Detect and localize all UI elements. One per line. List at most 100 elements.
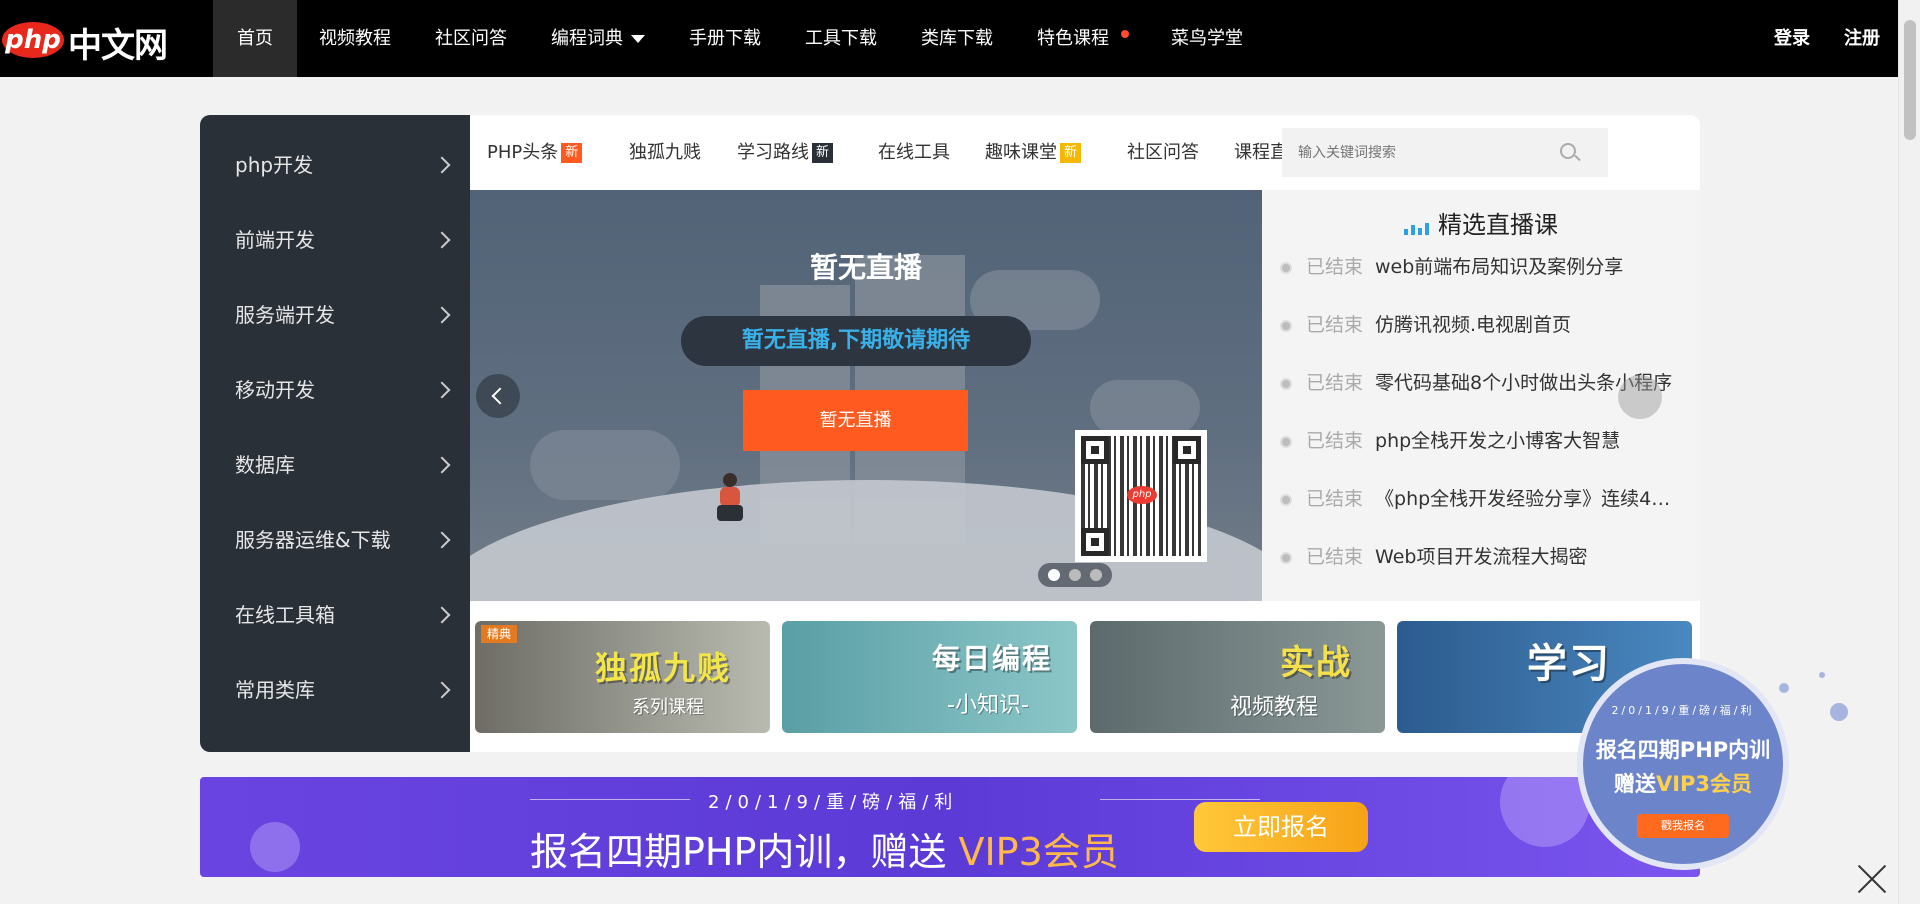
qr-finder	[1081, 436, 1109, 464]
live-list-item[interactable]: 已结束 php全栈开发之小博客大智慧	[1280, 412, 1700, 470]
bullet-icon	[1280, 435, 1292, 448]
live-status: 已结束	[1306, 372, 1364, 394]
divider-line	[1100, 799, 1260, 800]
nav-featured-courses[interactable]: 特色课程	[1015, 0, 1149, 77]
qr-finder	[1081, 528, 1109, 556]
carousel-dot[interactable]	[1090, 569, 1102, 581]
sidebar-item-label: 数据库	[235, 453, 295, 477]
live-list-item[interactable]: 已结束 仿腾讯视频.电视剧首页	[1280, 296, 1700, 354]
live-heading-text: 精选直播课	[1438, 211, 1558, 239]
sidebar-item-backend[interactable]: 服务端开发	[200, 278, 470, 353]
live-next-button[interactable]	[1618, 375, 1662, 419]
nav-home[interactable]: 首页	[213, 0, 297, 77]
nav-beginner-school[interactable]: 菜鸟学堂	[1149, 0, 1265, 77]
qr-php-badge: php	[1127, 486, 1157, 504]
sidebar-item-libraries[interactable]: 常用类库	[200, 653, 470, 728]
float-register-button[interactable]: 戳我报名	[1637, 814, 1729, 838]
subnav-learning-path[interactable]: 学习路线新	[737, 115, 834, 190]
subnav-community-qa[interactable]: 社区问答	[1127, 115, 1199, 190]
decor-dot	[1819, 672, 1825, 678]
chevron-right-icon	[433, 381, 451, 399]
live-banner: 暂无直播 暂无直播,下期敬请期待 暂无直播 php	[470, 190, 1262, 601]
banner-notice-pill: 暂无直播,下期敬请期待	[681, 316, 1031, 366]
category-sidebar: php开发 前端开发 服务端开发 移动开发 数据库 服务器运维&下载 在线工具箱…	[200, 115, 470, 752]
search-input[interactable]	[1282, 128, 1608, 177]
live-status: 已结束	[1306, 488, 1364, 510]
nav-tool-download[interactable]: 工具下载	[783, 0, 899, 77]
sidebar-item-label: 常用类库	[235, 678, 315, 702]
tile-subtitle: -小知识-	[947, 693, 1029, 718]
decor-dot	[1779, 683, 1789, 693]
cloud-decoration	[530, 430, 680, 500]
float-subtitle: 2/0/1/9/重/磅/福/利	[1611, 704, 1755, 717]
bullet-icon	[1280, 551, 1292, 564]
chevron-right-icon	[433, 306, 451, 324]
logo-php-pill: php	[2, 22, 64, 58]
sidebar-item-frontend[interactable]: 前端开发	[200, 203, 470, 278]
subnav-fun-classroom[interactable]: 趣味课堂新	[985, 115, 1082, 190]
live-title: php全栈开发之小博客大智慧	[1375, 430, 1621, 452]
live-list-item[interactable]: 已结束 Web项目开发流程大揭密	[1280, 528, 1700, 586]
nav-manual-download[interactable]: 手册下载	[667, 0, 783, 77]
classic-badge: 精典	[481, 625, 518, 643]
tile-title: 实战	[1280, 643, 1352, 683]
register-now-button[interactable]: 立即报名	[1194, 802, 1368, 852]
floating-promo[interactable]: 2/0/1/9/重/磅/福/利 报名四期PHP内训 赠送VIP3会员 戳我报名	[1577, 658, 1789, 870]
main-nav: 首页 视频教程 社区问答 编程词典 手册下载 工具下载 类库下载 特色课程 菜鸟…	[213, 0, 1265, 77]
sidebar-item-label: 服务端开发	[235, 303, 335, 327]
course-tile-daily-coding[interactable]: 每日编程 -小知识-	[782, 621, 1077, 733]
course-tile-practice[interactable]: 实战 视频教程	[1090, 621, 1385, 733]
live-title: 《php全栈开发经验分享》连续4…	[1375, 488, 1671, 510]
tile-title: 独孤九贱	[595, 649, 732, 687]
new-badge: 新	[561, 143, 583, 163]
scrollbar-thumb[interactable]	[1904, 20, 1916, 140]
float-vip-text: VIP3会员	[1655, 772, 1753, 796]
tile-subtitle: 系列课程	[632, 697, 704, 718]
main-card: php开发 前端开发 服务端开发 移动开发 数据库 服务器运维&下载 在线工具箱…	[200, 115, 1700, 752]
sidebar-item-online-tools[interactable]: 在线工具箱	[200, 578, 470, 653]
page-scrollbar[interactable]	[1898, 0, 1920, 904]
sidebar-item-database[interactable]: 数据库	[200, 428, 470, 503]
nav-video-tutorials[interactable]: 视频教程	[297, 0, 413, 77]
login-link[interactable]: 登录	[1774, 0, 1810, 77]
signal-bars-icon	[1404, 215, 1430, 235]
course-tile-dugu[interactable]: 精典 独孤九贱 系列课程	[475, 621, 770, 733]
subnav-php-headlines[interactable]: PHP头条新	[487, 115, 583, 190]
carousel-prev-button[interactable]	[476, 374, 520, 418]
decor-circle	[1500, 777, 1590, 847]
nav-library-download[interactable]: 类库下载	[899, 0, 1015, 77]
divider-line	[530, 799, 690, 800]
qr-code-image: php	[1075, 430, 1207, 562]
search-icon[interactable]	[1560, 143, 1576, 159]
banner-action-button[interactable]: 暂无直播	[743, 390, 968, 451]
subnav-label: 学习路线	[737, 142, 809, 163]
register-link[interactable]: 注册	[1844, 0, 1880, 77]
carousel-dot[interactable]	[1069, 569, 1081, 581]
sidebar-item-label: php开发	[235, 153, 314, 177]
new-badge: 新	[1060, 143, 1082, 163]
float-line2-text: 赠送	[1613, 772, 1656, 796]
tile-subtitle: 视频教程	[1230, 695, 1319, 720]
cloud-decoration	[1090, 380, 1200, 435]
carousel-dots	[1038, 563, 1112, 587]
live-status: 已结束	[1306, 430, 1364, 452]
subnav-dugu-jiujian[interactable]: 独孤九贱	[629, 115, 701, 190]
live-list-item[interactable]: 已结束 web前端布局知识及案例分享	[1280, 238, 1700, 296]
promo-banner[interactable]: 2/0/1/9/重/磅/福/利 报名四期PHP内训，赠送 VIP3会员 立即报名	[200, 777, 1700, 877]
live-list-item[interactable]: 已结束 《php全栈开发经验分享》连续4…	[1280, 470, 1700, 528]
sidebar-item-label: 移动开发	[235, 378, 315, 402]
close-icon[interactable]	[1855, 862, 1889, 896]
site-logo[interactable]: php 中文网	[0, 14, 180, 66]
sidebar-item-mobile[interactable]: 移动开发	[200, 353, 470, 428]
subnav-online-tools[interactable]: 在线工具	[878, 115, 950, 190]
nav-programming-dictionary[interactable]: 编程词典	[529, 0, 667, 77]
live-title: Web项目开发流程大揭密	[1375, 546, 1588, 568]
notification-dot-icon	[1121, 30, 1129, 38]
sidebar-item-php[interactable]: php开发	[200, 128, 470, 203]
auth-links: 登录 注册	[1740, 0, 1880, 77]
nav-community-qa[interactable]: 社区问答	[413, 0, 529, 77]
chevron-right-icon	[433, 156, 451, 174]
chevron-right-icon	[433, 606, 451, 624]
sidebar-item-server-ops[interactable]: 服务器运维&下载	[200, 503, 470, 578]
carousel-dot[interactable]	[1048, 569, 1060, 581]
